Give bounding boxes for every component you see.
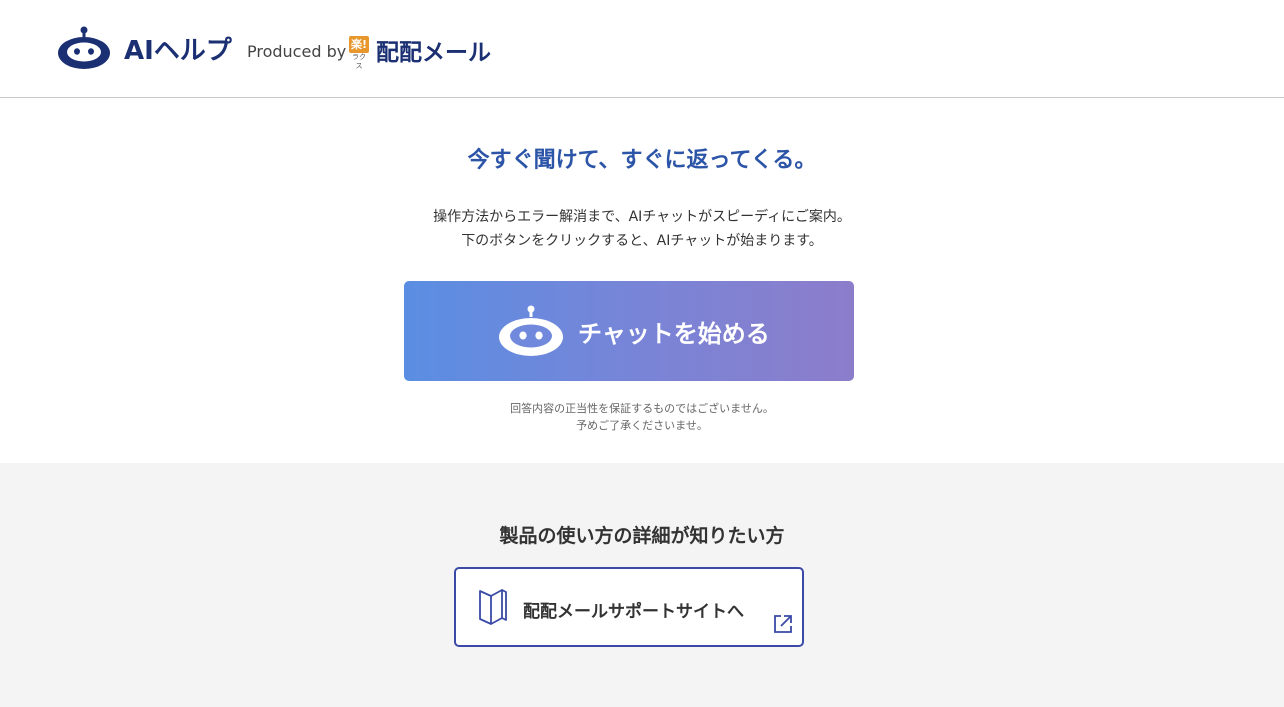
disclaimer: 回答内容の正当性を保証するものではございません。 予めご了承くださいませ。 (0, 400, 1284, 434)
disclaimer-line: 予めご了承くださいませ。 (576, 419, 708, 432)
hero-description-line: 下のボタンをクリックすると、AIチャットが始まります。 (461, 233, 823, 249)
support-site-button[interactable]: 配配メールサポートサイトへ (454, 567, 804, 647)
start-chat-label: チャットを始める (578, 320, 770, 348)
brand-mark: 楽! ラクス (349, 36, 369, 70)
app-title: AIヘルプ (124, 36, 232, 66)
brand-mark-bottom: ラクス (352, 53, 366, 70)
start-chat-button[interactable]: チャットを始める (404, 281, 854, 381)
header: AIヘルプ Produced by 楽! ラクス 配配メール (0, 0, 1284, 98)
hero-description: 操作方法からエラー解消まで、AIチャットがスピーディにご案内。 下のボタンをクリ… (0, 205, 1284, 253)
brand-name: 配配メール (376, 40, 491, 66)
external-link-icon (774, 615, 792, 633)
hero-description-line: 操作方法からエラー解消まで、AIチャットがスピーディにご案内。 (433, 209, 851, 225)
hero-title: 今すぐ聞けて、すぐに返ってくる。 (467, 148, 817, 173)
produced-by-label: Produced by (247, 42, 347, 61)
robot-icon[interactable] (58, 26, 110, 70)
book-icon (479, 589, 507, 625)
support-section: 製品の使い方の詳細が知りたい方 配配メールサポートサイトへ (0, 463, 1284, 707)
brand-mark-top: 楽! (349, 36, 369, 53)
support-site-label: 配配メールサポートサイトへ (523, 602, 744, 622)
disclaimer-line: 回答内容の正当性を保証するものではございません。 (510, 402, 774, 415)
robot-icon (499, 305, 563, 356)
support-title: 製品の使い方の詳細が知りたい方 (499, 525, 785, 547)
